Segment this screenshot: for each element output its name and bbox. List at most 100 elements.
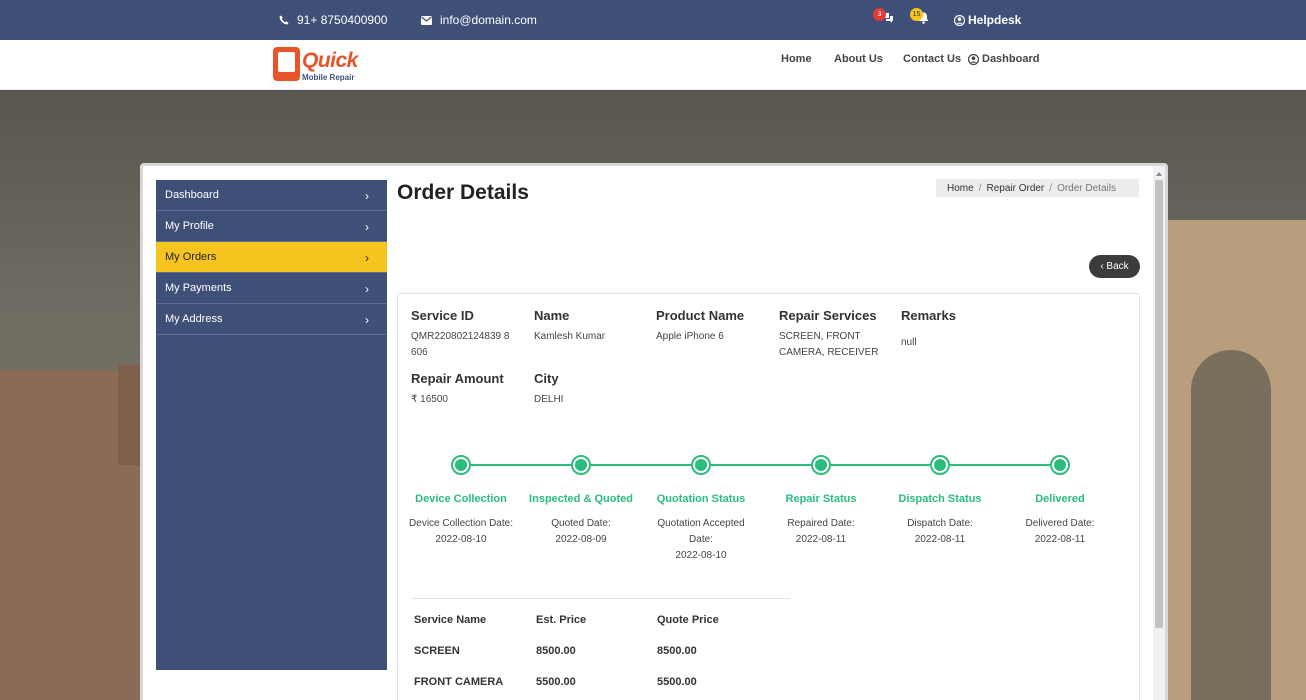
sidebar-item-my-address[interactable]: My Address › (156, 304, 387, 335)
top-bar: 91+ 8750400900 info@domain.com 3 15 Help… (0, 0, 1306, 40)
phone-logo-icon (273, 47, 300, 81)
breadcrumb-current: Order Details (1057, 182, 1116, 194)
timeline-step-marker (1050, 455, 1070, 475)
field-label: Name (534, 308, 570, 323)
breadcrumb-repair-order[interactable]: Repair Order (986, 183, 1044, 194)
timeline-step-date: Delivered Date: 2022-08-11 (1000, 516, 1120, 548)
field-name: Name Kamlesh Kumar (534, 308, 644, 345)
timeline-date-value: 2022-08-11 (914, 534, 966, 545)
timeline-step-marker (451, 455, 471, 475)
field-value: Apple iPhone 6 (656, 331, 724, 342)
table-header-est-price: Est. Price (536, 614, 587, 626)
sidebar-item-my-orders[interactable]: My Orders › (156, 242, 387, 273)
back-button[interactable]: ‹ Back (1089, 255, 1140, 278)
nav-contact[interactable]: Contact Us (903, 53, 961, 65)
table-cell-quote-price: 8500.00 (657, 645, 697, 657)
bell-notification[interactable]: 15 (910, 8, 929, 24)
field-label: Service ID (411, 308, 474, 323)
timeline-step-label: Dispatch Status (898, 493, 982, 505)
field-repair-services: Repair Services SCREEN, FRONT CAMERA, RE… (779, 308, 889, 361)
timeline-date-label: Device Collection Date: (409, 518, 513, 529)
brand-logo[interactable]: Quick Mobile Repair (273, 45, 363, 83)
tower-silhouette (118, 365, 142, 465)
sidebar-item-label: My Payments (165, 282, 232, 294)
table-cell-est-price: 8500.00 (536, 645, 576, 657)
field-label: Remarks (901, 308, 956, 323)
field-city: City DELHI (534, 371, 644, 408)
phone-number: 91+ 8750400900 (297, 13, 388, 27)
timeline-step-marker (930, 455, 950, 475)
email-address: info@domain.com (440, 13, 537, 27)
scrollbar-thumb[interactable] (1155, 180, 1163, 628)
phone-icon (279, 15, 289, 25)
sidebar-item-dashboard[interactable]: Dashboard › (156, 180, 387, 211)
field-remarks: Remarks null (901, 308, 1011, 351)
timeline-date-value: 2022-08-10 (435, 534, 487, 545)
table-cell-service: SCREEN (414, 645, 460, 657)
sidebar-item-label: My Orders (165, 251, 217, 263)
chevron-right-icon: › (365, 189, 369, 203)
chevron-right-icon: › (365, 251, 369, 265)
scroll-up-arrow-icon[interactable] (1156, 172, 1162, 176)
vertical-scrollbar[interactable] (1153, 166, 1165, 700)
timeline-date-value: 2022-08-11 (795, 534, 847, 545)
breadcrumb-separator: / (1049, 182, 1053, 194)
sidebar-item-my-payments[interactable]: My Payments › (156, 273, 387, 304)
sidebar-item-my-profile[interactable]: My Profile › (156, 211, 387, 242)
timeline-date-label: Dispatch Date: (907, 518, 973, 529)
chat-count-badge: 3 (873, 8, 886, 21)
timeline-date-value: 2022-08-11 (1034, 534, 1086, 545)
breadcrumb-home[interactable]: Home (947, 183, 974, 194)
field-service-id: Service ID QMR220802124839 8606 (411, 308, 521, 361)
field-value: DELHI (534, 394, 564, 405)
timeline-date-label: Delivered Date: (1025, 518, 1095, 529)
timeline-date-value: 2022-08-09 (555, 534, 607, 545)
timeline-step-date: Quotation Accepted Date: 2022-08-10 (646, 516, 756, 564)
nav-home[interactable]: Home (781, 53, 812, 65)
breadcrumb-separator: / (978, 182, 982, 194)
order-info-panel: Service ID QMR220802124839 8606 Name Kam… (397, 293, 1140, 700)
chat-notification[interactable]: 3 (873, 8, 894, 24)
timeline-step-marker (811, 455, 831, 475)
timeline-line (461, 464, 1060, 466)
field-value: SCREEN, FRONT CAMERA, RECEIVER (779, 331, 879, 358)
user-circle-icon (968, 53, 979, 65)
nav-dashboard-label: Dashboard (982, 53, 1040, 65)
field-label: City (534, 371, 559, 386)
envelope-icon (421, 15, 432, 25)
timeline-step-date: Device Collection Date: 2022-08-10 (401, 516, 521, 548)
main-navbar: Quick Mobile Repair Home About Us Contac… (0, 40, 1306, 90)
phone-contact[interactable]: 91+ 8750400900 (279, 13, 387, 27)
timeline-date-label: Quotation Accepted Date: (657, 518, 745, 545)
timeline-step-label: Device Collection (415, 493, 507, 505)
order-details-card: Dashboard › My Profile › My Orders › My … (140, 163, 1168, 700)
sidebar: Dashboard › My Profile › My Orders › My … (156, 180, 387, 670)
sidebar-item-label: Dashboard (165, 189, 219, 201)
table-cell-service: FRONT CAMERA (414, 676, 504, 688)
field-value: ₹ 16500 (411, 394, 448, 405)
timeline-step-label: Delivered (1035, 493, 1085, 505)
user-circle-icon (954, 14, 965, 26)
brand-word-quick: Quick (302, 49, 358, 72)
table-divider (411, 598, 790, 599)
chevron-right-icon: › (365, 313, 369, 327)
helpdesk-label: Helpdesk (968, 13, 1022, 27)
chevron-right-icon: › (365, 282, 369, 296)
timeline-date-label: Repaired Date: (787, 518, 855, 529)
timeline-step-date: Repaired Date: 2022-08-11 (761, 516, 881, 548)
nav-about[interactable]: About Us (834, 53, 883, 65)
timeline-step-date: Quoted Date: 2022-08-09 (521, 516, 641, 548)
timeline-step-label: Inspected & Quoted (529, 493, 633, 505)
table-header-quote-price: Quote Price (657, 614, 719, 626)
email-contact[interactable]: info@domain.com (421, 13, 537, 27)
timeline-step-marker (691, 455, 711, 475)
helpdesk-link[interactable]: Helpdesk (954, 13, 1021, 27)
breadcrumb: Home / Repair Order / Order Details (936, 179, 1139, 197)
field-repair-amount: Repair Amount ₹ 16500 (411, 371, 521, 408)
bell-count-badge: 15 (910, 8, 923, 21)
sidebar-item-label: My Profile (165, 220, 214, 232)
nav-dashboard[interactable]: Dashboard (968, 53, 1039, 65)
field-product-name: Product Name Apple iPhone 6 (656, 308, 766, 345)
timeline-date-value: 2022-08-10 (675, 550, 727, 561)
field-value: QMR220802124839 8606 (411, 331, 510, 358)
